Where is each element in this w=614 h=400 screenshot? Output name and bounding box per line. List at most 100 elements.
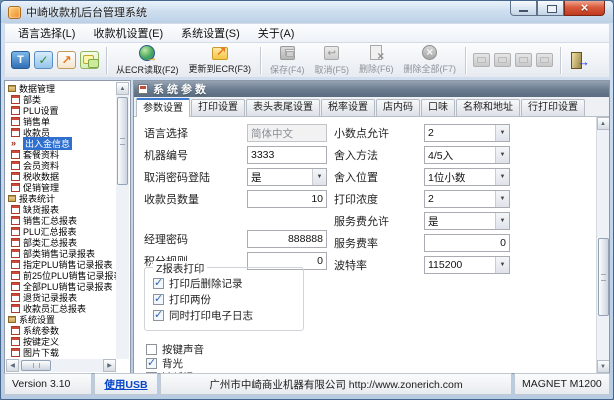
minimize-button[interactable] bbox=[510, 1, 537, 16]
combo-arrow-icon[interactable] bbox=[495, 147, 509, 163]
update-to-ecr-button[interactable]: 更新到ECR(F3) bbox=[184, 44, 257, 76]
delete-button[interactable]: 删除(F6) bbox=[354, 44, 399, 76]
tab[interactable]: 口味 bbox=[421, 99, 455, 116]
field-value: 10 bbox=[248, 193, 326, 205]
tree-item-icon bbox=[11, 238, 20, 247]
field-control[interactable]: 简体中文 bbox=[247, 124, 327, 142]
menu-item[interactable]: 系统设置(S) bbox=[172, 23, 249, 43]
field-control[interactable]: 4/5入 bbox=[424, 146, 510, 164]
tab[interactable]: 店内码 bbox=[376, 99, 420, 116]
checkbox-field[interactable]: 打印两份 bbox=[153, 293, 253, 306]
tab[interactable]: 打印设置 bbox=[191, 99, 245, 116]
messages-icon[interactable] bbox=[80, 51, 99, 69]
field-control[interactable]: 888888 bbox=[247, 230, 327, 248]
content-area: 数据管理 部类 PLU设置 销售单 bbox=[4, 80, 610, 374]
scroll-down-icon[interactable] bbox=[597, 360, 610, 373]
delete-all-button[interactable]: 删除全部(F7) bbox=[399, 44, 462, 76]
field-control[interactable]: 2 bbox=[424, 124, 510, 142]
form-field: 服务费率 0 bbox=[334, 234, 514, 252]
tree-item-icon bbox=[11, 205, 20, 214]
combo-arrow-icon[interactable] bbox=[495, 257, 509, 273]
field-control[interactable]: 3333 bbox=[247, 146, 327, 164]
tree-item-icon bbox=[11, 260, 20, 269]
field-control[interactable]: 是 bbox=[424, 212, 510, 230]
cancel-button[interactable]: 取消(F5) bbox=[310, 44, 355, 77]
tab[interactable]: 参数设置 bbox=[136, 98, 190, 117]
combo-arrow-icon[interactable] bbox=[495, 169, 509, 185]
field-label: 小数点允许 bbox=[334, 125, 424, 141]
scrollbar-thumb[interactable] bbox=[598, 238, 609, 316]
sidebar-horizontal-scrollbar bbox=[6, 359, 116, 372]
tasks-check-icon[interactable] bbox=[34, 51, 53, 69]
form-field: 波特率 115200 bbox=[334, 256, 514, 274]
read-from-ecr-button[interactable]: 从ECR读取(F2) bbox=[111, 44, 184, 77]
tree-item-icon bbox=[11, 216, 20, 225]
close-button[interactable] bbox=[564, 1, 605, 16]
form-field: 小数点允许 2 bbox=[334, 124, 514, 142]
combo-arrow-icon[interactable] bbox=[312, 169, 326, 185]
main-panel: 系统参数 参数设置 打印设置 表头表尾设置 bbox=[133, 80, 610, 374]
group-title: Z报表打印 bbox=[153, 261, 207, 276]
use-usb-link[interactable]: 使用USB bbox=[104, 377, 147, 392]
checkbox bbox=[153, 310, 164, 321]
menu-item[interactable]: 收款机设置(E) bbox=[84, 23, 172, 43]
window-controls bbox=[510, 1, 605, 16]
language-icon[interactable] bbox=[11, 51, 30, 69]
field-label: 服务费率 bbox=[334, 235, 424, 251]
field-label: 机器编号 bbox=[144, 147, 247, 163]
tree-row[interactable]: 图片下载 bbox=[6, 347, 116, 358]
archive-icon[interactable] bbox=[473, 53, 490, 67]
field-control[interactable]: 0 bbox=[424, 234, 510, 252]
menu-item[interactable]: 语言选择(L) bbox=[9, 23, 84, 43]
chart-icon[interactable] bbox=[57, 51, 76, 69]
checkbox-field[interactable]: 同时打印电子日志 bbox=[153, 309, 253, 322]
form-icon bbox=[138, 84, 148, 94]
save-floppy-icon bbox=[280, 46, 295, 60]
field-control[interactable]: 是 bbox=[247, 168, 327, 186]
field-label: 语言选择 bbox=[144, 125, 247, 141]
field-value: 简体中文 bbox=[248, 126, 326, 141]
checkbox-field[interactable]: 按键声音 bbox=[146, 343, 204, 356]
tab[interactable]: 名称和地址 bbox=[456, 99, 520, 116]
tree-item-icon bbox=[8, 316, 16, 323]
checkbox-field[interactable]: 背光 bbox=[146, 357, 204, 370]
field-value: 3333 bbox=[248, 149, 326, 161]
combo-arrow-icon[interactable] bbox=[495, 213, 509, 229]
checkbox bbox=[146, 358, 157, 369]
tab[interactable]: 行打印设置 bbox=[521, 99, 585, 116]
exit-door-icon[interactable] bbox=[570, 51, 587, 69]
printer-icon[interactable] bbox=[494, 53, 511, 67]
scrollbar-thumb[interactable] bbox=[117, 97, 128, 185]
scrollbar-thumb[interactable] bbox=[21, 360, 51, 371]
tree-item-icon bbox=[11, 172, 20, 181]
tab[interactable]: 税率设置 bbox=[321, 99, 375, 116]
device-icon[interactable] bbox=[515, 53, 532, 67]
scroll-up-icon[interactable] bbox=[116, 82, 129, 95]
read-from-ecr-globe-icon bbox=[139, 45, 155, 61]
scroll-left-icon[interactable] bbox=[6, 359, 19, 372]
field-control[interactable]: 10 bbox=[247, 190, 327, 208]
combo-arrow-icon[interactable] bbox=[495, 191, 509, 207]
field-value: 是 bbox=[425, 214, 495, 229]
field-control[interactable]: 115200 bbox=[424, 256, 510, 274]
form-field: 舍入方法 4/5入 bbox=[334, 146, 514, 164]
field-control[interactable]: 2 bbox=[424, 190, 510, 208]
scroll-right-icon[interactable] bbox=[103, 359, 116, 372]
toolbar-separator bbox=[260, 47, 261, 74]
tree-item-icon bbox=[11, 128, 20, 137]
scroll-up-icon[interactable] bbox=[597, 117, 610, 130]
checkbox-field[interactable]: 打印后删除记录 bbox=[153, 277, 253, 290]
tree-item-icon bbox=[11, 249, 20, 258]
form-left-column: 语言选择 简体中文 机器编号 3333 bbox=[144, 124, 336, 274]
calendar-icon[interactable] bbox=[536, 53, 553, 67]
tab[interactable]: 表头表尾设置 bbox=[246, 99, 320, 116]
usb-link-segment: 使用USB bbox=[94, 373, 158, 395]
field-control[interactable]: 1位小数 bbox=[424, 168, 510, 186]
maximize-button[interactable] bbox=[537, 1, 564, 16]
menu-item[interactable]: 关于(A) bbox=[249, 23, 304, 43]
tree-item-icon bbox=[11, 227, 20, 236]
save-button[interactable]: 保存(F4) bbox=[265, 44, 310, 77]
tree-item-icon bbox=[11, 304, 20, 313]
combo-arrow-icon[interactable] bbox=[495, 125, 509, 141]
field-value: 2 bbox=[425, 193, 495, 205]
